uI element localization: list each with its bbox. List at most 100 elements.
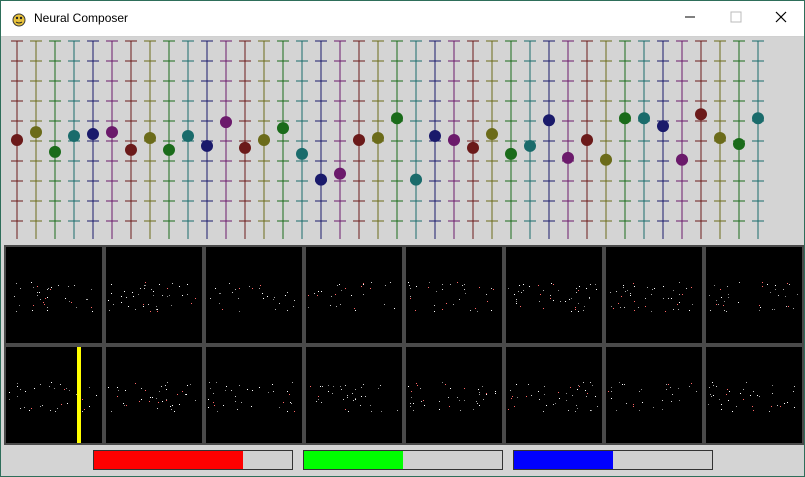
slider-knob[interactable] — [600, 153, 612, 166]
grid-cell[interactable] — [306, 347, 402, 443]
close-button[interactable] — [758, 1, 804, 36]
slider-knob[interactable] — [657, 120, 669, 133]
blue-level-bar[interactable] — [513, 450, 713, 470]
slider[interactable] — [334, 40, 346, 239]
slider-knob[interactable] — [467, 141, 479, 154]
slider[interactable] — [163, 40, 175, 239]
slider-knob[interactable] — [695, 108, 707, 121]
red-level-bar[interactable] — [93, 450, 293, 470]
grid-cell[interactable] — [606, 247, 702, 343]
slider-knob[interactable] — [733, 137, 745, 150]
slider[interactable] — [524, 40, 536, 239]
slider[interactable] — [429, 40, 441, 239]
slider-knob[interactable] — [334, 167, 346, 180]
slider[interactable] — [676, 40, 688, 239]
minimize-button[interactable] — [667, 1, 713, 36]
slider-knob[interactable] — [562, 151, 574, 164]
slider-knob[interactable] — [220, 116, 232, 129]
slider[interactable] — [391, 40, 403, 239]
slider[interactable] — [448, 40, 460, 239]
slider[interactable] — [182, 40, 194, 239]
slider[interactable] — [410, 40, 422, 239]
slider-knob[interactable] — [106, 126, 118, 139]
slider[interactable] — [144, 40, 156, 239]
slider-knob[interactable] — [49, 145, 61, 158]
slider[interactable] — [49, 40, 61, 239]
slider[interactable] — [657, 40, 669, 239]
slider[interactable] — [201, 40, 213, 239]
grid-cell[interactable] — [706, 347, 802, 443]
slider-knob[interactable] — [182, 130, 194, 143]
slider[interactable] — [30, 40, 42, 239]
slider-knob[interactable] — [277, 122, 289, 135]
slider[interactable] — [68, 40, 80, 239]
slider-knob[interactable] — [163, 143, 175, 156]
slider[interactable] — [505, 40, 517, 239]
slider-knob[interactable] — [258, 134, 270, 146]
grid-cell[interactable] — [506, 247, 602, 343]
grid-cell[interactable] — [206, 247, 302, 343]
slider[interactable] — [258, 40, 270, 239]
slider-knob[interactable] — [486, 128, 498, 141]
slider[interactable] — [125, 40, 137, 239]
slider[interactable] — [543, 40, 555, 239]
slider-knob[interactable] — [638, 112, 650, 125]
slider[interactable] — [87, 40, 99, 239]
slider[interactable] — [600, 40, 612, 239]
slider[interactable] — [106, 40, 118, 239]
slider-knob[interactable] — [201, 139, 213, 152]
grid-cell[interactable] — [6, 247, 102, 343]
slider[interactable] — [353, 40, 365, 239]
grid-cell[interactable] — [306, 247, 402, 343]
slider-knob[interactable] — [410, 173, 422, 186]
slider[interactable] — [372, 40, 384, 239]
slider-knob[interactable] — [505, 147, 517, 160]
grid-cell[interactable] — [406, 247, 502, 343]
slider-knob[interactable] — [619, 112, 631, 125]
slider-knob[interactable] — [30, 126, 42, 139]
slider-knob[interactable] — [239, 141, 251, 154]
grid-cell[interactable] — [606, 347, 702, 443]
slider[interactable] — [315, 40, 327, 239]
slider-knob[interactable] — [581, 134, 593, 146]
grid-cell[interactable] — [406, 347, 502, 443]
slider-knob[interactable] — [429, 130, 441, 143]
slider-knob[interactable] — [315, 173, 327, 186]
slider-knob[interactable] — [448, 134, 460, 146]
slider[interactable] — [467, 40, 479, 239]
slider[interactable] — [277, 40, 289, 239]
grid-cell[interactable] — [106, 247, 202, 343]
slider-knob[interactable] — [296, 147, 308, 160]
slider-knob[interactable] — [353, 134, 365, 146]
grid-cell[interactable] — [6, 347, 102, 443]
slider-knob[interactable] — [125, 143, 137, 156]
slider[interactable] — [562, 40, 574, 239]
slider-knob[interactable] — [144, 132, 156, 145]
grid-cell[interactable] — [206, 347, 302, 443]
slider[interactable] — [11, 40, 23, 239]
slider[interactable] — [296, 40, 308, 239]
slider[interactable] — [752, 40, 764, 239]
green-level-bar[interactable] — [303, 450, 503, 470]
slider-knob[interactable] — [372, 132, 384, 145]
slider-knob[interactable] — [752, 112, 764, 125]
slider[interactable] — [695, 40, 707, 239]
slider-knob[interactable] — [68, 130, 80, 143]
slider-knob[interactable] — [524, 139, 536, 152]
slider-knob[interactable] — [391, 112, 403, 125]
slider-knob[interactable] — [714, 132, 726, 145]
slider[interactable] — [239, 40, 251, 239]
grid-cell[interactable] — [506, 347, 602, 443]
slider[interactable] — [619, 40, 631, 239]
slider[interactable] — [733, 40, 745, 239]
grid-cell[interactable] — [706, 247, 802, 343]
grid-cell[interactable] — [106, 347, 202, 443]
slider[interactable] — [220, 40, 232, 239]
slider[interactable] — [581, 40, 593, 239]
slider[interactable] — [486, 40, 498, 239]
slider-knob[interactable] — [11, 134, 23, 146]
slider[interactable] — [638, 40, 650, 239]
slider-knob[interactable] — [87, 128, 99, 141]
slider-knob[interactable] — [543, 114, 555, 127]
maximize-button[interactable] — [713, 1, 759, 36]
